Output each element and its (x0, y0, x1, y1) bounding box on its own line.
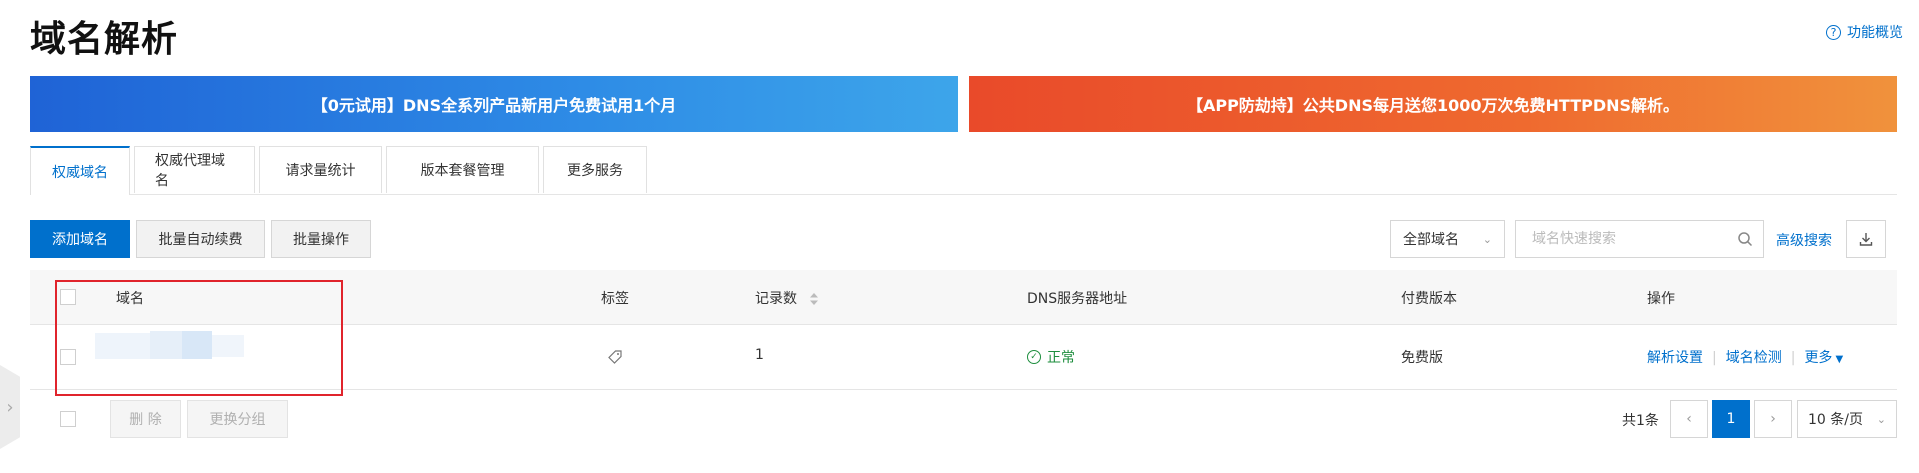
chevron-right-icon: › (6, 396, 14, 418)
next-page-button[interactable]: › (1754, 400, 1792, 438)
column-header-actions: 操作 (1647, 291, 1675, 307)
batch-auto-renew-button[interactable]: 批量自动续费 (136, 220, 265, 258)
tab-more-services[interactable]: 更多服务 (543, 146, 647, 193)
column-header-edition: 付费版本 (1401, 291, 1457, 307)
footer-select-all-checkbox[interactable] (60, 411, 76, 427)
feature-overview-label: 功能概览 (1847, 25, 1903, 41)
domain-filter-value: 全部域名 (1403, 232, 1459, 248)
annotation-highlight-box (55, 280, 343, 396)
action-divider: | (1790, 350, 1796, 366)
column-header-tags: 标签 (601, 291, 629, 307)
prev-page-button[interactable]: ‹ (1670, 400, 1708, 438)
dns-status: ✓ 正常 (1027, 347, 1075, 367)
more-actions-label: 更多 (1804, 350, 1833, 366)
promo-banner-httpdns[interactable]: 【APP防劫持】公共DNS每月送您1000万次免费HTTPDNS解析。 (969, 76, 1897, 132)
tab-bar: 权威域名 权威代理域名 请求量统计 版本套餐管理 更多服务 (30, 146, 1897, 195)
total-count: 共1条 (1622, 413, 1659, 429)
download-button[interactable] (1846, 220, 1886, 258)
sort-icon[interactable] (809, 292, 819, 306)
column-header-records[interactable]: 记录数 (755, 288, 819, 308)
domain-check-link[interactable]: 域名检测 (1726, 350, 1782, 366)
chevron-right-icon: › (1770, 411, 1776, 427)
tab-proxy-domains[interactable]: 权威代理域名 (134, 146, 255, 193)
feature-overview-link[interactable]: ? 功能概览 (1826, 22, 1903, 42)
domain-search-input[interactable] (1530, 230, 1737, 248)
column-header-dns-server: DNS服务器地址 (1027, 291, 1128, 307)
help-circle-icon: ? (1826, 24, 1841, 40)
check-circle-icon: ✓ (1027, 350, 1041, 364)
domain-search-box (1515, 220, 1764, 258)
add-domain-button[interactable]: 添加域名 (30, 220, 130, 258)
advanced-search-link[interactable]: 高级搜索 (1776, 230, 1832, 250)
more-actions-link[interactable]: 更多 ▼ (1804, 350, 1843, 366)
tab-authoritative-domains[interactable]: 权威域名 (30, 146, 130, 195)
download-icon (1859, 233, 1873, 246)
promo-banner-trial[interactable]: 【0元试用】DNS全系列产品新用户免费试用1个月 (30, 76, 958, 132)
row-actions: 解析设置 | 域名检测 | 更多 ▼ (1647, 347, 1843, 367)
caret-down-icon: ▼ (1835, 354, 1844, 365)
tab-request-stats[interactable]: 请求量统计 (259, 146, 382, 193)
dns-status-label: 正常 (1047, 350, 1075, 366)
edition-value: 免费版 (1401, 350, 1443, 366)
delete-button[interactable]: 删 除 (110, 400, 181, 438)
column-header-records-label: 记录数 (755, 291, 797, 307)
search-icon[interactable] (1737, 231, 1753, 247)
record-count: 1 (755, 347, 764, 363)
side-panel-toggle[interactable]: › (0, 365, 20, 449)
chevron-down-icon: ⌄ (1482, 232, 1492, 246)
change-group-button[interactable]: 更换分组 (187, 400, 288, 438)
tab-plan-management[interactable]: 版本套餐管理 (386, 146, 539, 193)
tag-icon[interactable] (607, 349, 623, 365)
page-size-select[interactable]: 10 条/页 ⌄ (1797, 400, 1897, 438)
page-size-value: 10 条/页 (1808, 412, 1863, 428)
chevron-down-icon: ⌄ (1876, 412, 1886, 426)
domain-filter-select[interactable]: 全部域名 ⌄ (1390, 220, 1505, 258)
chevron-left-icon: ‹ (1686, 411, 1692, 427)
page-title: 域名解析 (30, 19, 179, 60)
dns-settings-link[interactable]: 解析设置 (1647, 350, 1703, 366)
action-divider: | (1712, 350, 1717, 366)
batch-operations-button[interactable]: 批量操作 (271, 220, 371, 258)
page-number-button[interactable]: 1 (1712, 400, 1750, 438)
